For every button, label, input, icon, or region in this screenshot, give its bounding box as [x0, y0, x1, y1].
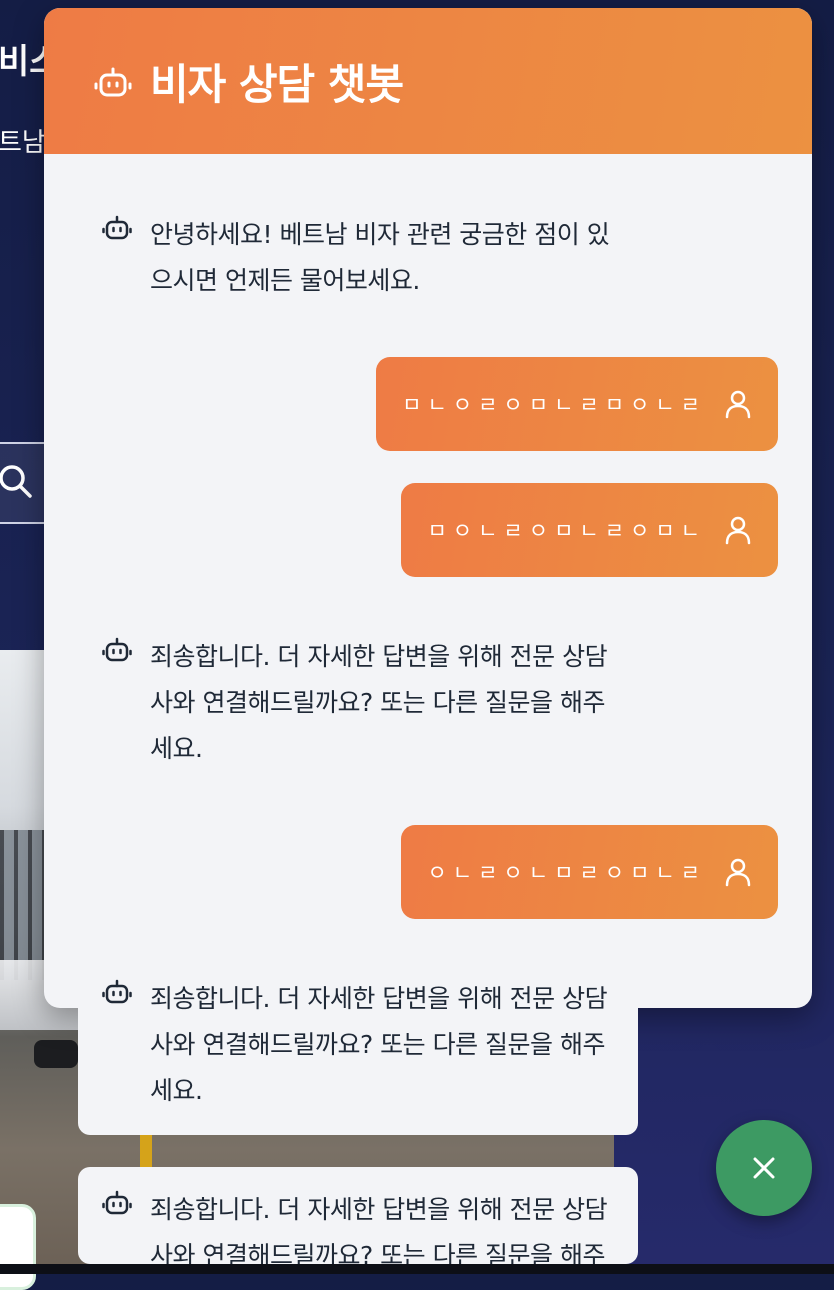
page-subtitle-fragment: 트남 — [0, 128, 46, 158]
user-message: ㅇㄴㄹㅇㄴㅁㄹㅇㅁㄴㄹ — [401, 825, 778, 919]
user-icon — [725, 858, 751, 887]
bot-message: 죄송합니다. 더 자세한 답변을 위해 전문 상담사와 연결해드릴까요? 또는 … — [78, 956, 638, 1135]
user-message-text: ㅁㄴㅇㄹㅇㅁㄴㄹㅁㅇㄴㄹ — [402, 393, 706, 417]
user-icon — [725, 516, 751, 545]
robot-icon — [102, 1190, 132, 1215]
user-icon — [725, 390, 751, 419]
bot-message: 죄송합니다. 더 자세한 답변을 위해 전문 상담사와 연결해드릴까요? 또는 … — [78, 614, 638, 793]
user-message: ㅁㅇㄴㄹㅇㅁㄴㄹㅇㅁㄴ — [401, 483, 778, 577]
robot-icon — [102, 637, 132, 662]
bot-message-text: 죄송합니다. 더 자세한 답변을 위해 전문 상담사와 연결해드릴까요? 또는 … — [150, 1195, 608, 1264]
close-chat-button[interactable] — [716, 1120, 812, 1216]
bot-message: 죄송합니다. 더 자세한 답변을 위해 전문 상담사와 연결해드릴까요? 또는 … — [78, 1167, 638, 1264]
close-icon — [753, 1157, 775, 1179]
user-message-text: ㅁㅇㄴㄹㅇㅁㄴㄹㅇㅁㄴ — [427, 519, 706, 543]
airport-gate-detail — [0, 830, 46, 980]
bot-message-text: 죄송합니다. 더 자세한 답변을 위해 전문 상담사와 연결해드릴까요? 또는 … — [150, 642, 608, 763]
search-icon — [0, 465, 32, 498]
bot-message-text: 안녕하세요! 베트남 비자 관련 궁금한 점이 있으시면 언제든 물어보세요. — [150, 220, 610, 295]
runway-marking — [140, 1130, 152, 1170]
robot-icon — [102, 979, 132, 1004]
chat-title: 비자 상담 챗봇 — [150, 59, 404, 109]
chat-header: 비자 상담 챗봇 — [44, 8, 812, 154]
user-message: ㅁㄴㅇㄹㅇㅁㄴㄹㅁㅇㄴㄹ — [376, 357, 778, 451]
background-card — [0, 1204, 36, 1290]
robot-icon — [94, 67, 132, 97]
user-message-text: ㅇㄴㄹㅇㄴㅁㄹㅇㅁㄴㄹ — [427, 861, 706, 885]
bot-message-text: 죄송합니다. 더 자세한 답변을 위해 전문 상담사와 연결해드릴까요? 또는 … — [150, 984, 608, 1105]
bottom-bar — [0, 1264, 834, 1274]
robot-icon — [102, 215, 132, 240]
bot-message: 안녕하세요! 베트남 비자 관련 궁금한 점이 있으시면 언제든 물어보세요. — [78, 192, 638, 304]
airplane-wheel-detail — [34, 1040, 78, 1068]
